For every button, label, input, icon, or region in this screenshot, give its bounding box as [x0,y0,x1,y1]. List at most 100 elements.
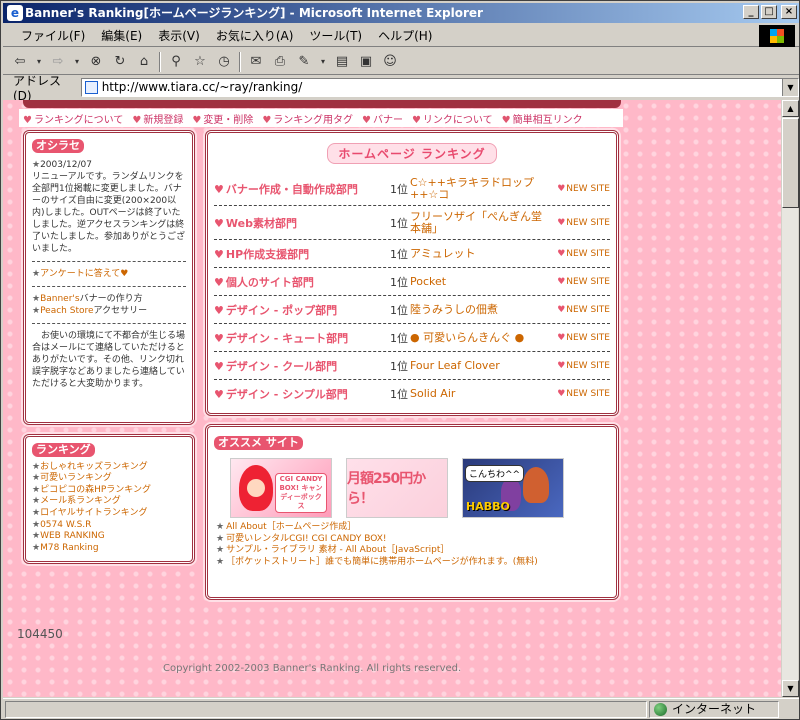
menu-favorites[interactable]: お気に入り(A) [208,27,302,44]
peach-store-link[interactable]: Peach Store [40,306,93,316]
ranking-link[interactable]: 可愛いランキング [32,473,186,485]
header-strip [23,100,621,108]
top-site-link[interactable]: ● 可愛いらんきんぐ ● [410,331,548,344]
main-title: ホームページ ランキング [327,143,497,164]
back-icon[interactable]: ⇦ [11,53,29,71]
top-site-link[interactable]: C☆++キラキラドロップ++☆コ [410,176,548,201]
new-site-link[interactable]: NEW SITE [557,305,610,315]
top-site-link[interactable]: 陸うみうしの佃煮 [410,303,548,316]
habbo-banner[interactable]: こんちわ^^ HABBO [462,458,564,518]
candybox-banner[interactable]: CGI CANDY BOX! キャンディーボックス [230,458,332,518]
ranking-link[interactable]: 0574 W.S.R [32,520,186,532]
ranking-row: デザイン - クール部門 1位Four Leaf Clover NEW SITE [214,352,610,380]
category-link[interactable]: Web素材部門 [214,215,297,231]
edit-icon[interactable]: ✎ [295,53,313,71]
research-icon[interactable]: ▣ [357,53,375,71]
search-icon[interactable]: ⚲ [167,53,185,71]
close-button[interactable]: × [781,5,797,19]
recommend-link[interactable]: 可愛いレンタルCGI! CGI CANDY BOX! [216,534,610,546]
new-site-link[interactable]: NEW SITE [557,333,610,343]
address-dropdown-icon[interactable]: ▼ [782,78,798,96]
scroll-down-icon[interactable]: ▼ [782,680,799,697]
category-link[interactable]: デザイン - クール部門 [214,358,337,374]
menu-file[interactable]: ファイル(F) [13,27,93,44]
maximize-button[interactable]: □ [761,5,777,19]
ranking-row: デザイン - キュート部門 1位● 可愛いらんきんぐ ● NEW SITE [214,324,610,352]
ranking-link[interactable]: おしゃれキッズランキング [32,462,186,474]
category-link[interactable]: デザイン - ポップ部門 [214,302,337,318]
nav-register[interactable]: 新規登録 [132,111,183,126]
new-site-link[interactable]: NEW SITE [557,184,610,194]
history-icon[interactable]: ◷ [215,53,233,71]
rank-position: 1位 [390,331,408,345]
ranking-row: デザイン - シンプル部門 1位Solid Air NEW SITE [214,380,610,408]
nav-banner[interactable]: バナー [362,111,403,126]
ranking-link[interactable]: メール系ランキング [32,496,186,508]
candybox-badge: CGI CANDY BOX! キャンディーボックス [275,473,327,513]
category-link[interactable]: 個人のサイト部門 [214,274,314,290]
divider [32,261,186,262]
nav-link-about[interactable]: リンクについて [412,111,493,126]
refresh-icon[interactable]: ↻ [111,53,129,71]
category-link[interactable]: HP作成支援部門 [214,246,309,262]
back-dropdown-icon[interactable]: ▾ [35,53,43,71]
recommend-link[interactable]: ［ポケットストリート］誰でも簡単に携帯用ホームページが作れます。(無料) [216,557,610,569]
new-site-link[interactable]: NEW SITE [557,277,610,287]
new-site-link[interactable]: NEW SITE [557,218,610,228]
top-site-link[interactable]: Pocket [410,275,548,288]
favorites-icon[interactable]: ☆ [191,53,209,71]
mail-icon[interactable]: ✉ [247,53,265,71]
category-link[interactable]: デザイン - シンプル部門 [214,386,348,402]
recommend-panel: オススメ サイト CGI CANDY BOX! キャンディーボックス 月額250… [205,424,619,600]
window-title: Banner's Ranking[ホームページランキング] - Microsof… [25,6,483,20]
nav-edit-delete[interactable]: 変更・削除 [192,111,253,126]
nav-about[interactable]: ランキングについて [23,111,123,126]
new-site-link[interactable]: NEW SITE [557,361,610,371]
menu-view[interactable]: 表示(V) [150,27,208,44]
top-site-link[interactable]: アミュレット [410,247,548,260]
print-icon[interactable]: ⎙ [271,53,289,71]
banners-link[interactable]: Banner's [40,294,80,304]
top-site-link[interactable]: Solid Air [410,388,548,400]
menu-edit[interactable]: 編集(E) [93,27,150,44]
top-site-link[interactable]: フリーソザイ「ぺんぎん堂本舗」 [410,210,548,235]
forward-icon[interactable]: ⇨ [49,53,67,71]
menu-tools[interactable]: ツール(T) [301,27,370,44]
title-bar[interactable]: e Banner's Ranking[ホームページランキング] - Micros… [3,3,799,23]
category-link[interactable]: バナー作成・自動作成部門 [214,181,358,197]
nav-ranking-tag[interactable]: ランキング用タグ [262,111,353,126]
ranking-link[interactable]: WEB RANKING [32,531,186,543]
ranking-row: Web素材部門 1位フリーソザイ「ぺんぎん堂本舗」 NEW SITE [214,206,610,240]
forward-dropdown-icon[interactable]: ▾ [73,53,81,71]
ranking-link[interactable]: ロイヤルサイトランキング [32,508,186,520]
survey-link[interactable]: アンケートに答えて♥ [40,269,128,279]
scroll-thumb[interactable] [782,118,799,208]
globe-icon [654,703,667,716]
new-site-link[interactable]: NEW SITE [557,249,610,259]
home-icon[interactable]: ⌂ [135,53,153,71]
ranking-link[interactable]: M78 Ranking [32,543,186,555]
scroll-up-icon[interactable]: ▲ [782,100,799,117]
nav-mutual-link[interactable]: 簡単相互リンク [502,111,583,126]
window-controls: _ □ × [743,5,797,19]
stop-icon[interactable]: ⊗ [87,53,105,71]
hosting-banner[interactable]: 月額250円から！ [346,458,448,518]
minimize-button[interactable]: _ [743,5,759,19]
address-input[interactable]: http://www.tiara.cc/~ray/ranking/ ▼ [80,77,799,97]
access-counter: 104450 [17,627,63,641]
recommend-link[interactable]: サンプル・ライブラリ 素材 - All About［JavaScript］ [216,545,610,557]
vertical-scrollbar[interactable]: ▲ ▼ [781,100,799,697]
rank-position: 1位 [390,275,408,289]
menu-help[interactable]: ヘルプ(H) [370,27,440,44]
ranking-link[interactable]: ピコピコの森HPランキング [32,485,186,497]
new-site-link[interactable]: NEW SITE [557,389,610,399]
toolbar-separator [239,51,241,72]
category-link[interactable]: デザイン - キュート部門 [214,330,348,346]
messenger-icon[interactable]: ☺ [381,53,399,71]
top-site-link[interactable]: Four Leaf Clover [410,359,548,372]
recommend-link[interactable]: All About［ホームページ作成］ [216,522,610,534]
edit-dropdown-icon[interactable]: ▾ [319,53,327,71]
address-url: http://www.tiara.cc/~ray/ranking/ [101,79,303,94]
discuss-icon[interactable]: ▤ [333,53,351,71]
rank-position: 1位 [390,247,408,261]
